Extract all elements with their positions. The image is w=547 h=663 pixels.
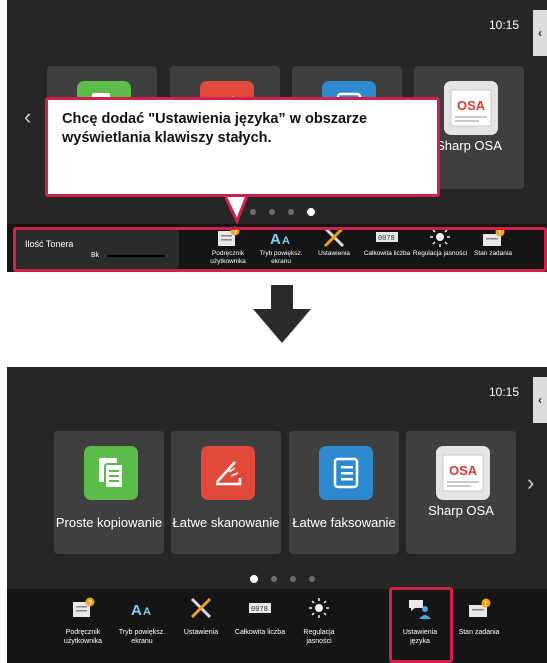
key-label: Podręcznik użytkownika <box>63 629 103 645</box>
tile-label: Sharp OSA <box>428 503 494 518</box>
scroll-left-arrow[interactable]: ‹ <box>24 106 31 128</box>
key-brightness[interactable]: Regulacja jasności <box>291 597 347 646</box>
side-panel-tab[interactable]: ‹ <box>533 10 547 56</box>
page-indicator <box>250 575 315 583</box>
enlarge-text-icon: AA <box>129 597 155 619</box>
tile-easy-copy[interactable]: Proste kopiowanie <box>54 431 164 554</box>
counter-icon: 0078 <box>247 597 273 619</box>
tile-easy-fax[interactable]: Łatwe faksowanie <box>289 431 399 554</box>
clock: 10:15 <box>488 18 519 32</box>
key-label: Całkowita liczba <box>234 629 286 636</box>
key-job-status[interactable]: ! Stan zadania <box>451 597 507 637</box>
manual-icon: ? <box>70 597 96 619</box>
job-status-icon: ! <box>466 597 492 619</box>
key-label: Stan zadania <box>458 629 500 636</box>
page-indicator <box>250 208 315 216</box>
settings-tools-icon <box>188 597 214 619</box>
callout-box: Chcę dodać "Ustawienia języka” w obszarz… <box>45 97 440 197</box>
fixed-keys-highlight <box>13 227 547 272</box>
callout-text: Chcę dodać "Ustawienia języka” w obszarz… <box>62 111 368 146</box>
key-label: Ustawienia <box>183 629 219 636</box>
key-user-manual[interactable]: ? Podręcznik użytkownika <box>55 597 111 646</box>
svg-text:!: ! <box>485 601 487 608</box>
copy-icon <box>84 446 138 500</box>
callout-pointer <box>225 197 249 225</box>
clock: 10:15 <box>488 385 519 399</box>
page-dot[interactable] <box>269 209 275 215</box>
fax-icon <box>319 446 373 500</box>
page-dot[interactable] <box>271 576 277 582</box>
tile-label: Proste kopiowanie <box>55 515 163 530</box>
osa-icon: OSA <box>436 446 490 500</box>
page-dot-active[interactable] <box>250 575 258 583</box>
scroll-right-arrow[interactable]: › <box>527 472 534 494</box>
svg-text:A: A <box>143 606 151 618</box>
svg-text:0078: 0078 <box>251 606 268 614</box>
key-settings[interactable]: Ustawienia <box>173 597 229 637</box>
tile-easy-scan[interactable]: Łatwe skanowanie <box>171 431 281 554</box>
svg-text:A: A <box>131 602 142 619</box>
osa-icon: OSA <box>444 81 498 135</box>
key-label: Regulacja jasności <box>303 629 335 645</box>
svg-text:?: ? <box>88 600 92 607</box>
svg-text:OSA: OSA <box>457 98 486 113</box>
down-arrow-icon <box>253 285 311 343</box>
key-total-count[interactable]: 0078 Całkowita liczba <box>232 597 288 637</box>
page-dot[interactable] <box>290 576 296 582</box>
page-dot[interactable] <box>309 576 315 582</box>
side-panel-tab[interactable]: ‹ <box>533 377 547 423</box>
fixed-keys-area: ? Podręcznik użytkownika AA Tryb powięks… <box>7 589 547 663</box>
home-screen-after: 10:15 ‹ Proste kopiowanie Łatwe skanowan… <box>7 367 547 663</box>
page-dot[interactable] <box>250 209 256 215</box>
brightness-icon <box>306 597 332 619</box>
svg-text:OSA: OSA <box>449 463 478 478</box>
tile-label: Łatwe faksowanie <box>292 515 396 530</box>
tile-sharp-osa[interactable]: OSA Sharp OSA <box>406 431 516 554</box>
language-key-highlight <box>389 587 453 663</box>
scan-icon <box>201 446 255 500</box>
page-dot-active[interactable] <box>307 208 315 216</box>
key-label: Tryb powiększ. ekranu <box>118 629 166 645</box>
page-dot[interactable] <box>288 209 294 215</box>
key-enlarge-display[interactable]: AA Tryb powiększ. ekranu <box>114 597 170 646</box>
tile-label: Łatwe skanowanie <box>172 515 280 530</box>
